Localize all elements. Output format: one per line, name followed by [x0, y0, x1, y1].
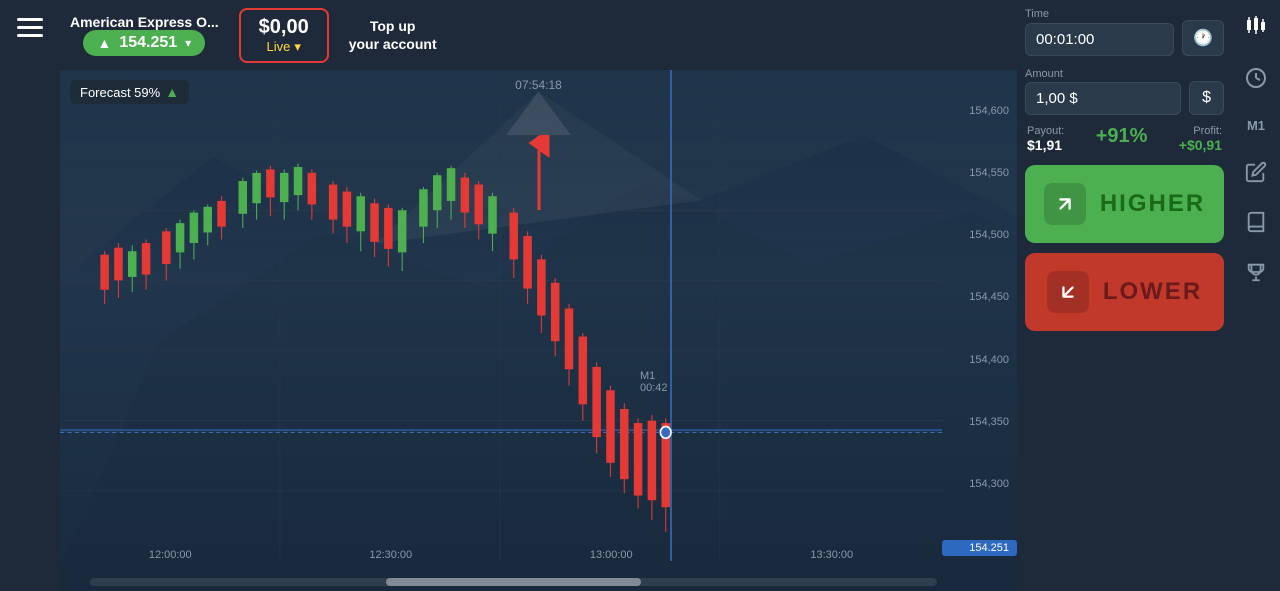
price-label-4: 154,450: [942, 291, 1017, 303]
asset-dropdown-arrow-icon: ▾: [185, 36, 191, 50]
time-label-1: 12:00:00: [149, 549, 192, 561]
payout-label: Payout:: [1027, 125, 1064, 137]
time-row: Time 🕐: [1025, 8, 1224, 56]
time-label-2: 12:30:00: [369, 549, 412, 561]
price-up-arrow-icon: ▲: [97, 35, 111, 51]
balance-box[interactable]: $0,00 Live ▾: [239, 8, 329, 63]
red-arrow-overlay: [519, 135, 559, 215]
price-label-2: 154,550: [942, 167, 1017, 179]
candlestick-chart-icon[interactable]: [1244, 14, 1268, 38]
currency-button[interactable]: $: [1189, 81, 1224, 115]
current-price-label: 154.251: [942, 540, 1017, 556]
price-label-7: 154,300: [942, 478, 1017, 490]
time-icon-button[interactable]: 🕐: [1182, 20, 1224, 56]
right-panel: Time 🕐 Amount $ Payout: $1,91 +91% Profi…: [1017, 0, 1232, 591]
asset-price-value: 154.251: [119, 34, 177, 52]
chart-scrollbar-thumb[interactable]: [386, 578, 640, 586]
chart-m1-label: M1 00:42: [640, 370, 668, 394]
timeframe-m1-label[interactable]: M1: [1247, 118, 1265, 133]
time-input[interactable]: [1025, 23, 1174, 56]
profit-value: +$0,91: [1179, 137, 1222, 153]
higher-label: HIGHER: [1100, 190, 1205, 218]
amount-input-group: Amount: [1025, 64, 1181, 115]
candle-area: [60, 70, 942, 561]
trophy-icon[interactable]: [1245, 261, 1267, 283]
higher-button[interactable]: HIGHER: [1025, 165, 1224, 243]
payout-row: Payout: $1,91 +91% Profit: +$0,91: [1025, 125, 1224, 153]
hamburger-menu[interactable]: [17, 18, 43, 37]
main-area: American Express O... ▲ 154.251 ▾ $0,00 …: [60, 0, 1017, 591]
chart-scrollbar[interactable]: [90, 578, 937, 586]
price-axis: 154,600 154,550 154,500 154,450 154,400 …: [942, 70, 1017, 591]
higher-icon: [1044, 183, 1086, 225]
balance-live: Live ▾: [266, 39, 300, 55]
amount-input[interactable]: [1025, 82, 1181, 115]
time-label-3: 13:00:00: [590, 549, 633, 561]
lower-label: LOWER: [1103, 278, 1202, 306]
asset-selector[interactable]: American Express O... ▲ 154.251 ▾: [70, 14, 219, 56]
top-up-button[interactable]: Top up your account: [349, 17, 437, 53]
lower-button[interactable]: LOWER: [1025, 253, 1224, 331]
time-axis: 12:00:00 12:30:00 13:00:00 13:30:00: [60, 549, 942, 561]
forecast-badge: Forecast 59% ▲: [70, 80, 189, 104]
left-sidebar: [0, 0, 60, 591]
forecast-text: Forecast 59%: [80, 85, 160, 100]
chart-wrapper: Forecast 59% ▲ 07:54:18 M1 00:42 154,600…: [60, 70, 1017, 591]
edit-icon[interactable]: [1245, 161, 1267, 183]
payout-block: Payout: $1,91: [1027, 125, 1064, 153]
time-label-4: 13:30:00: [810, 549, 853, 561]
time-input-group: Time: [1025, 8, 1174, 56]
balance-amount: $0,00: [259, 16, 309, 39]
candlestick-chart: [60, 70, 942, 561]
far-right-icons: M1: [1232, 0, 1280, 591]
chart-time-header: 07:54:18: [515, 78, 562, 92]
time-label: Time: [1025, 8, 1174, 20]
forecast-up-icon: ▲: [165, 84, 179, 100]
price-label-3: 154,500: [942, 229, 1017, 241]
asset-name: American Express O...: [70, 14, 219, 30]
price-label-5: 154,400: [942, 354, 1017, 366]
amount-row: Amount $: [1025, 64, 1224, 115]
top-bar: American Express O... ▲ 154.251 ▾ $0,00 …: [60, 0, 1017, 70]
profit-block: Profit: +$0,91: [1179, 125, 1222, 153]
price-label-1: 154,600: [942, 105, 1017, 117]
lower-icon: [1047, 271, 1089, 313]
price-label-6: 154,350: [942, 416, 1017, 428]
profit-label: Profit:: [1179, 125, 1222, 137]
clock-icon[interactable]: [1244, 66, 1268, 90]
payout-percent: +91%: [1096, 125, 1148, 148]
live-dropdown-icon: ▾: [294, 39, 301, 55]
book-icon[interactable]: [1245, 211, 1267, 233]
asset-price-button[interactable]: ▲ 154.251 ▾: [83, 30, 205, 56]
payout-value: $1,91: [1027, 137, 1064, 153]
amount-label: Amount: [1025, 68, 1063, 80]
